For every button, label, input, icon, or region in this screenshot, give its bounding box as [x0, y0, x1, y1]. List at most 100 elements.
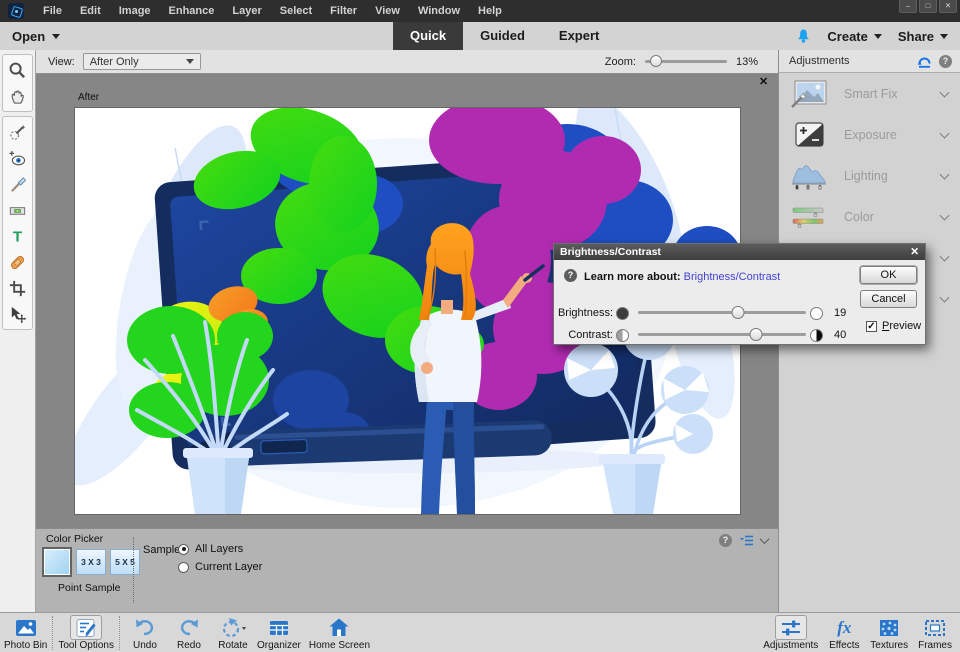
menu-filter[interactable]: Filter [321, 0, 366, 22]
bottom-taskbar: Photo Bin Tool Options Undo Redo Rotate … [0, 612, 960, 652]
dialog-close-icon[interactable]: ✕ [910, 246, 919, 258]
adjustments-panel-header: Adjustments ? [779, 50, 960, 73]
contrast-label: Contrast: [568, 329, 613, 341]
zoom-slider-handle[interactable] [649, 55, 662, 67]
create-menu[interactable]: Create [827, 29, 882, 44]
panel-menu-icon[interactable] [740, 535, 753, 546]
menu-image[interactable]: Image [110, 0, 160, 22]
taskbar-label: Home Screen [308, 640, 371, 651]
quick-selection-tool-icon[interactable] [7, 122, 29, 142]
taskbar-label: Organizer [256, 640, 301, 651]
dialog-title: Brightness/Contrast [560, 246, 661, 258]
tab-expert[interactable]: Expert [542, 22, 616, 50]
collapse-panel-icon[interactable] [759, 534, 770, 545]
hand-tool-icon[interactable] [7, 86, 29, 106]
learn-more-text: Learn more about: Brightness/Contrast [584, 271, 780, 283]
chevron-down-icon[interactable] [939, 169, 950, 180]
help-icon[interactable]: ? [564, 269, 577, 282]
sample-5x5-button[interactable]: 5 X 5 [110, 549, 140, 575]
preview-checkbox[interactable]: ✓ [866, 320, 877, 332]
chevron-down-icon[interactable] [939, 128, 950, 139]
straighten-tool-icon[interactable] [7, 200, 29, 220]
close-button[interactable]: ✕ [939, 0, 957, 13]
dialog-title-bar[interactable]: Brightness/Contrast ✕ [554, 244, 925, 260]
chevron-down-icon[interactable] [939, 210, 950, 221]
menu-file[interactable]: File [34, 0, 71, 22]
move-tool-icon[interactable] [7, 304, 29, 324]
taskbar-label: Adjustments [763, 640, 819, 651]
zoom-slider[interactable] [644, 55, 727, 67]
adjustment-smart-fix[interactable]: Smart Fix [779, 73, 960, 114]
radio-label: All Layers [195, 543, 244, 555]
spot-healing-brush-tool-icon[interactable] [7, 252, 29, 272]
contrast-slider[interactable] [638, 328, 806, 341]
menu-enhance[interactable]: Enhance [160, 0, 224, 22]
taskbar-photo-bin[interactable]: Photo Bin [4, 615, 47, 652]
taskbar-frames[interactable]: Frames [918, 615, 952, 652]
radio-button-icon[interactable] [178, 561, 189, 573]
menu-bar: File Edit Image Enhance Layer Select Fil… [0, 0, 960, 22]
adjustment-exposure[interactable]: Exposure [779, 114, 960, 155]
taskbar-redo[interactable]: Redo [173, 615, 205, 652]
tab-quick[interactable]: Quick [393, 22, 464, 50]
navigation-tool-group [2, 54, 33, 112]
ok-button[interactable]: OK [860, 266, 917, 284]
red-eye-removal-tool-icon[interactable] [7, 148, 29, 168]
zoom-tool-icon[interactable] [7, 60, 29, 80]
share-menu-label: Share [897, 28, 934, 44]
view-label: View: [48, 55, 75, 68]
tab-guided[interactable]: Guided [463, 22, 542, 50]
taskbar-adjustments[interactable]: Adjustments [763, 615, 818, 652]
preview-checkbox-row[interactable]: ✓ Preview [866, 320, 921, 332]
taskbar-home-screen[interactable]: Home Screen [309, 615, 370, 652]
taskbar-textures[interactable]: Textures [870, 615, 908, 652]
tool-options-panel: Color Picker 3 X 3 5 X 5 Point Sample Sa… [36, 528, 778, 612]
chevron-down-icon[interactable] [939, 87, 950, 98]
adjustment-color[interactable]: Color [779, 196, 960, 237]
contrast-min-icon [616, 328, 629, 342]
taskbar-organizer[interactable]: Organizer [257, 615, 301, 652]
edit-tool-group: T [2, 116, 33, 330]
chevron-down-icon[interactable] [939, 251, 950, 262]
photo-bin-icon [15, 619, 36, 636]
reset-icon[interactable] [917, 55, 932, 68]
help-icon[interactable]: ? [719, 534, 732, 547]
learn-more-link[interactable]: Brightness/Contrast [684, 271, 781, 283]
taskbar-tool-options[interactable]: Tool Options [58, 615, 114, 652]
taskbar-undo[interactable]: Undo [129, 615, 161, 652]
radio-button-icon[interactable] [178, 543, 189, 555]
share-menu[interactable]: Share [898, 29, 948, 44]
type-tool-icon[interactable]: T [7, 226, 29, 246]
radio-all-layers[interactable]: All Layers [178, 543, 243, 555]
brightness-slider[interactable] [638, 306, 806, 319]
contrast-slider-handle[interactable] [749, 328, 763, 341]
menu-window[interactable]: Window [409, 0, 469, 22]
menu-edit[interactable]: Edit [71, 0, 110, 22]
maximize-button[interactable]: □ [919, 0, 937, 13]
brightness-slider-handle[interactable] [731, 306, 745, 319]
view-mode-dropdown[interactable]: After Only [82, 53, 201, 70]
help-icon[interactable]: ? [939, 54, 952, 68]
menu-layer[interactable]: Layer [223, 0, 270, 22]
open-button[interactable]: Open [12, 22, 61, 50]
notifications-bell-icon[interactable] [796, 28, 811, 44]
canvas-close-icon[interactable]: ✕ [759, 76, 768, 88]
taskbar-rotate[interactable]: Rotate [217, 615, 249, 652]
chevron-down-icon[interactable] [939, 292, 950, 303]
adjustment-label: Color [844, 209, 874, 224]
crop-tool-icon[interactable] [7, 278, 29, 298]
menu-help[interactable]: Help [469, 0, 511, 22]
radio-current-layer[interactable]: Current Layer [178, 561, 262, 573]
minimize-button[interactable]: – [899, 0, 917, 13]
view-mode-value: After Only [89, 55, 139, 68]
whiten-teeth-tool-icon[interactable] [7, 174, 29, 194]
menu-select[interactable]: Select [271, 0, 321, 22]
rotate-arrow-icon [222, 617, 246, 637]
point-sample-swatch-button[interactable] [42, 547, 72, 577]
sample-3x3-button[interactable]: 3 X 3 [76, 549, 106, 575]
cancel-button[interactable]: Cancel [860, 290, 917, 308]
adjustments-title: Adjustments [789, 55, 850, 67]
taskbar-effects[interactable]: fx Effects [828, 615, 860, 652]
menu-view[interactable]: View [366, 0, 409, 22]
adjustment-lighting[interactable]: Lighting [779, 155, 960, 196]
